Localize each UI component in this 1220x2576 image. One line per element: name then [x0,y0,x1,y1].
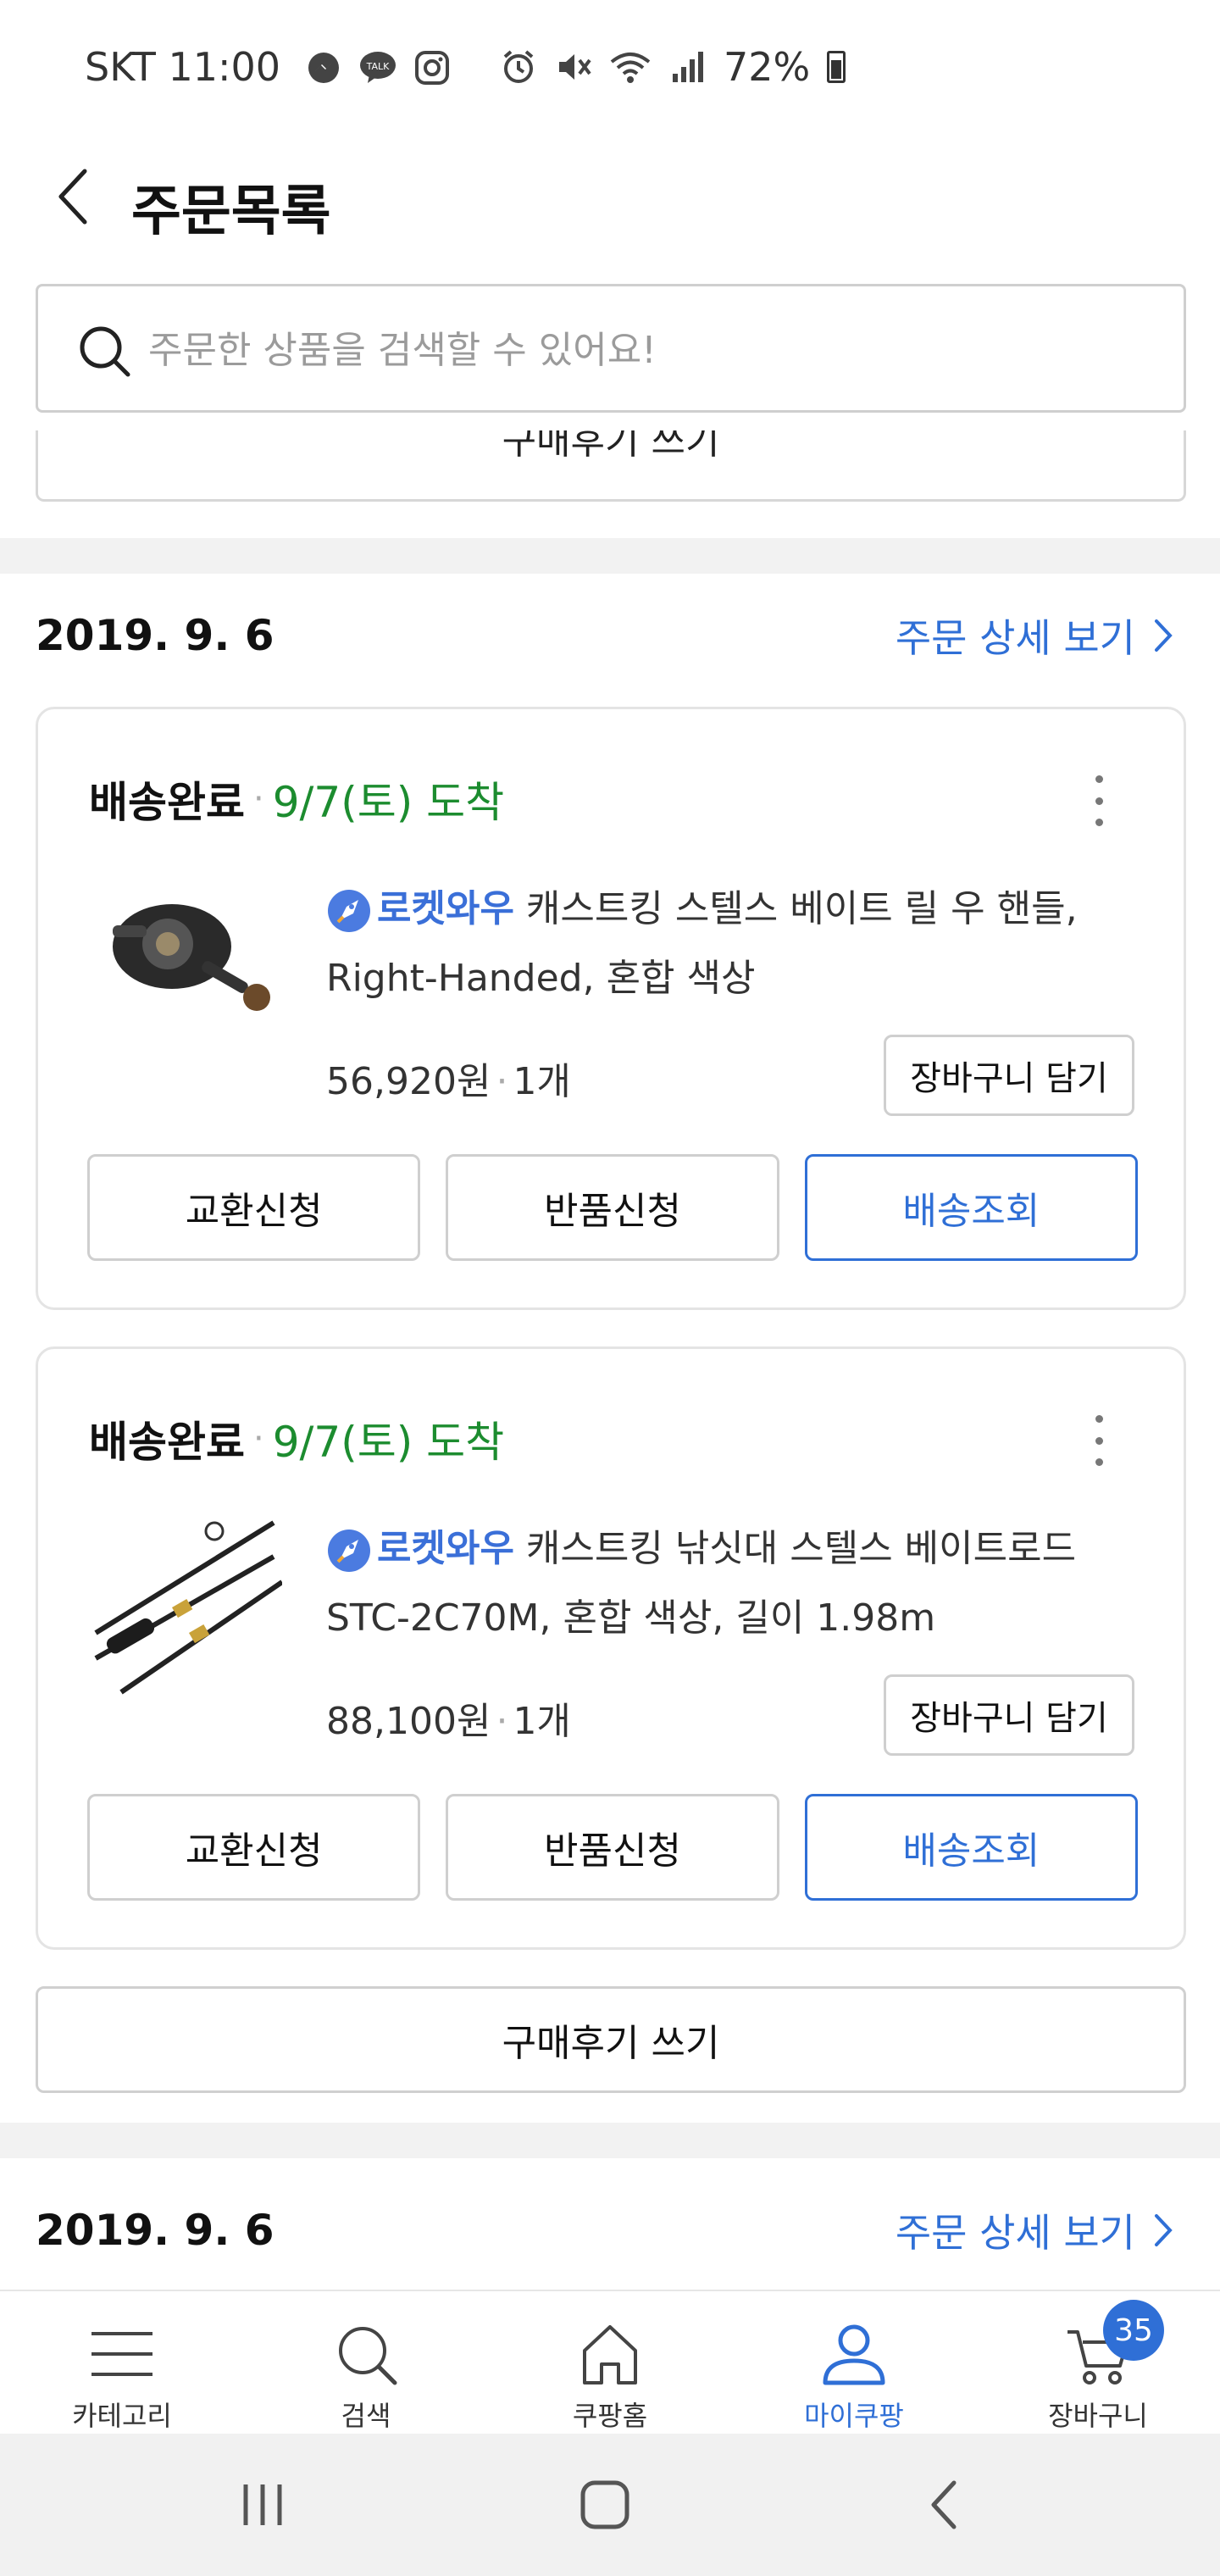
chevron-right-icon [1155,2214,1173,2246]
app-header: 주문목록 [0,144,1220,254]
rocket-icon [328,1530,370,1572]
product-thumbnail-reel[interactable] [87,866,282,1061]
order-date: 2019. 9. 6 [36,2206,274,2255]
home-icon [583,2325,637,2384]
rocket-wow-label: 로켓와우 [377,1527,514,1570]
return-request-button[interactable]: 반품신청 [446,1794,779,1901]
home-button-icon[interactable] [574,2474,635,2535]
order-actions: 교환신청 반품신청 배송조회 [87,1794,1138,1901]
section-divider [0,538,1220,574]
signal-icon [673,52,703,82]
exchange-request-button[interactable]: 교환신청 [87,1154,421,1261]
status-label: 배송완료 [89,1418,245,1467]
battery-icon [827,51,846,83]
track-delivery-button[interactable]: 배송조회 [804,1794,1138,1901]
more-options-icon[interactable] [1090,775,1107,826]
product-qty: 1개 [513,1700,571,1743]
delivery-status: 배송완료 · 9/7(토) 도착 [89,1408,504,1469]
exchange-request-button[interactable]: 교환신청 [87,1794,421,1901]
track-delivery-button[interactable]: 배송조회 [804,1154,1138,1261]
more-options-icon[interactable] [1090,1415,1107,1466]
review-button-partial[interactable]: 구매후기 쓰기 [36,430,1186,502]
search-icon [339,2327,397,2385]
product-info[interactable]: 로켓와우 캐스트킹 스텔스 베이트 릴 우 핸들, Right-Handed, 혼… [326,874,1123,1013]
mute-icon [559,54,591,80]
cart-count-badge: 35 [1103,2300,1164,2361]
nav-label: 마이쿠팡 [804,2400,904,2432]
order-actions: 교환신청 반품신청 배송조회 [87,1154,1138,1261]
user-icon [823,2324,885,2385]
system-navigation-bar [0,2434,1220,2576]
wifi-icon [610,53,651,83]
back-button-icon[interactable] [915,2474,976,2535]
separator-dot: · [496,1060,508,1103]
alarm-icon [503,50,534,83]
rocket-icon [328,890,370,932]
svg-text:TALK: TALK [366,61,391,72]
price-qty: 56,920원 · 1개 [326,1051,571,1105]
battery-percent: 72% [724,44,811,90]
add-to-cart-button[interactable]: 장바구니 담기 [884,1674,1134,1756]
order-search-input[interactable] [147,322,1146,378]
write-review-button[interactable]: 구매후기 쓰기 [36,1986,1186,2093]
arrival-date: 9/7(토) 도착 [272,1418,505,1467]
back-arrow-icon[interactable] [42,163,110,230]
nav-my-coupang[interactable]: 마이쿠팡 [732,2291,976,2434]
nav-category[interactable]: 카테고리 [0,2291,244,2434]
rocket-wow-label: 로켓와우 [377,887,514,930]
product-info[interactable]: 로켓와우 캐스트킹 낚싯대 스텔스 베이트로드 STC-2C70M, 혼합 색상,… [326,1514,1123,1653]
nav-cart[interactable]: 장바구니 35 [976,2291,1220,2434]
order-date: 2019. 9. 6 [36,611,274,660]
messenger-icon [308,53,339,83]
return-request-button[interactable]: 반품신청 [446,1154,779,1261]
order-detail-link[interactable]: 주문 상세 보기 [896,2202,1173,2258]
search-icon [80,326,130,377]
order-item-card: 배송완료 · 9/7(토) 도착 로켓와우 캐스트킹 낚싯대 스텔스 베이트로드 … [36,1346,1186,1950]
order-item-card: 배송완료 · 9/7(토) 도착 로켓와우 캐스트킹 스텔스 베이트 릴 우 핸들… [36,707,1186,1310]
review-button-label: 구매후기 쓰기 [502,430,720,463]
nav-label: 검색 [341,2400,391,2432]
order-detail-link[interactable]: 주문 상세 보기 [896,608,1173,663]
system-status: 72% [500,44,846,90]
nav-home[interactable]: 쿠팡홈 [488,2291,732,2434]
product-price: 56,920원 [326,1060,491,1103]
bottom-navigation: 카테고리 검색 쿠팡홈 마이쿠팡 장바구니 35 [0,2290,1220,2434]
chevron-right-icon [1155,619,1173,652]
add-to-cart-button[interactable]: 장바구니 담기 [884,1035,1134,1116]
order-section: 2019. 9. 6 주문 상세 보기 [0,2158,1220,2290]
nav-label: 카테고리 [72,2400,172,2432]
nav-label: 쿠팡홈 [572,2400,648,2432]
delivery-status: 배송완료 · 9/7(토) 도착 [89,769,504,830]
carrier-time: SKT 11:00 [85,44,281,90]
product-qty: 1개 [513,1060,571,1103]
order-section: 2019. 9. 6 주문 상세 보기 배송완료 · 9/7(토) 도착 로켓와… [0,574,1220,2123]
price-qty: 88,100원 · 1개 [326,1690,571,1745]
menu-icon [92,2332,152,2376]
section-divider [0,2123,1220,2158]
kakaotalk-icon: TALK [360,52,396,83]
order-detail-label: 주문 상세 보기 [895,2210,1135,2256]
status-bar: SKT 11:00 TALK 72% [0,0,1220,144]
page-title: 주문목록 [131,180,331,243]
instagram-icon [415,51,449,85]
arrival-date: 9/7(토) 도착 [272,778,505,827]
nav-label: 장바구니 [1048,2400,1148,2432]
product-price: 88,100원 [326,1700,491,1743]
notification-icons: TALK [305,49,451,86]
separator-dot: · [253,1419,264,1458]
status-label: 배송완료 [89,778,245,827]
separator-dot: · [253,780,264,819]
order-search-box[interactable] [36,284,1186,413]
recent-apps-icon[interactable] [232,2474,293,2535]
nav-search[interactable]: 검색 [244,2291,488,2434]
product-thumbnail-rod[interactable] [87,1506,282,1701]
separator-dot: · [496,1700,508,1743]
order-detail-label: 주문 상세 보기 [895,615,1135,661]
